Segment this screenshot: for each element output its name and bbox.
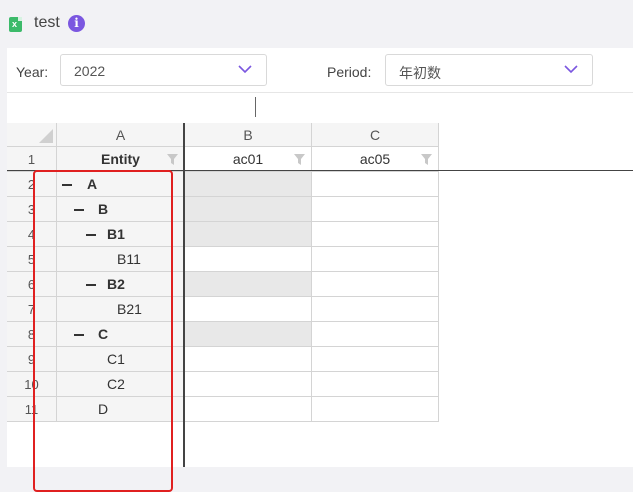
ac05-cell[interactable]	[312, 372, 439, 397]
row-header[interactable]: 1	[7, 147, 57, 172]
ac05-cell[interactable]	[312, 247, 439, 272]
ac01-header-cell[interactable]: ac01	[185, 147, 312, 172]
ac05-cell[interactable]	[312, 172, 439, 197]
ac05-cell[interactable]	[312, 272, 439, 297]
ac01-cell[interactable]	[185, 247, 312, 272]
ac01-header-label: ac01	[232, 151, 264, 167]
ac05-header-label: ac05	[359, 151, 391, 167]
ac05-cell[interactable]	[312, 197, 439, 222]
report-panel: Year: 2022 Period: 年初数 A B C 1 Entity ac…	[7, 48, 633, 492]
period-label: Period:	[327, 64, 372, 80]
ac01-cell[interactable]	[185, 372, 312, 397]
year-select[interactable]: 2022	[60, 54, 267, 86]
year-value: 2022	[74, 63, 106, 79]
column-header-b[interactable]: B	[185, 123, 312, 147]
filter-bar: Year: 2022 Period: 年初数	[7, 48, 633, 93]
highlight-box	[33, 170, 173, 492]
text-cursor	[255, 97, 256, 117]
ac01-cell[interactable]	[185, 297, 312, 322]
ac01-cell[interactable]	[185, 222, 312, 247]
column-header-c[interactable]: C	[312, 123, 439, 147]
ac05-header-cell[interactable]: ac05	[312, 147, 439, 172]
ac05-cell[interactable]	[312, 347, 439, 372]
spreadsheet-icon: x	[9, 17, 22, 32]
entity-header-label: Entity	[101, 151, 140, 167]
title-bar: x test i	[0, 0, 633, 48]
year-label: Year:	[16, 64, 49, 80]
chevron-down-icon	[564, 65, 578, 74]
ac05-cell[interactable]	[312, 322, 439, 347]
ac05-cell[interactable]	[312, 397, 439, 422]
filter-icon[interactable]	[421, 154, 432, 165]
ac05-cell[interactable]	[312, 222, 439, 247]
ac01-cell[interactable]	[185, 197, 312, 222]
ac01-cell[interactable]	[185, 272, 312, 297]
period-value: 年初数	[399, 65, 441, 81]
ac01-cell[interactable]	[185, 397, 312, 422]
ac01-cell[interactable]	[185, 172, 312, 197]
info-icon[interactable]: i	[68, 15, 85, 32]
freeze-line-vertical	[183, 123, 185, 467]
select-all-corner[interactable]	[7, 123, 57, 147]
ac05-cell[interactable]	[312, 297, 439, 322]
entity-header-cell[interactable]: Entity	[57, 147, 185, 172]
period-select[interactable]: 年初数	[385, 54, 593, 86]
window-title: test	[34, 14, 60, 31]
column-header-a[interactable]: A	[57, 123, 185, 147]
ac01-cell[interactable]	[185, 322, 312, 347]
filter-icon[interactable]	[167, 154, 178, 165]
ac01-cell[interactable]	[185, 347, 312, 372]
chevron-down-icon	[238, 65, 252, 74]
filter-icon[interactable]	[294, 154, 305, 165]
formula-bar[interactable]	[7, 93, 633, 123]
